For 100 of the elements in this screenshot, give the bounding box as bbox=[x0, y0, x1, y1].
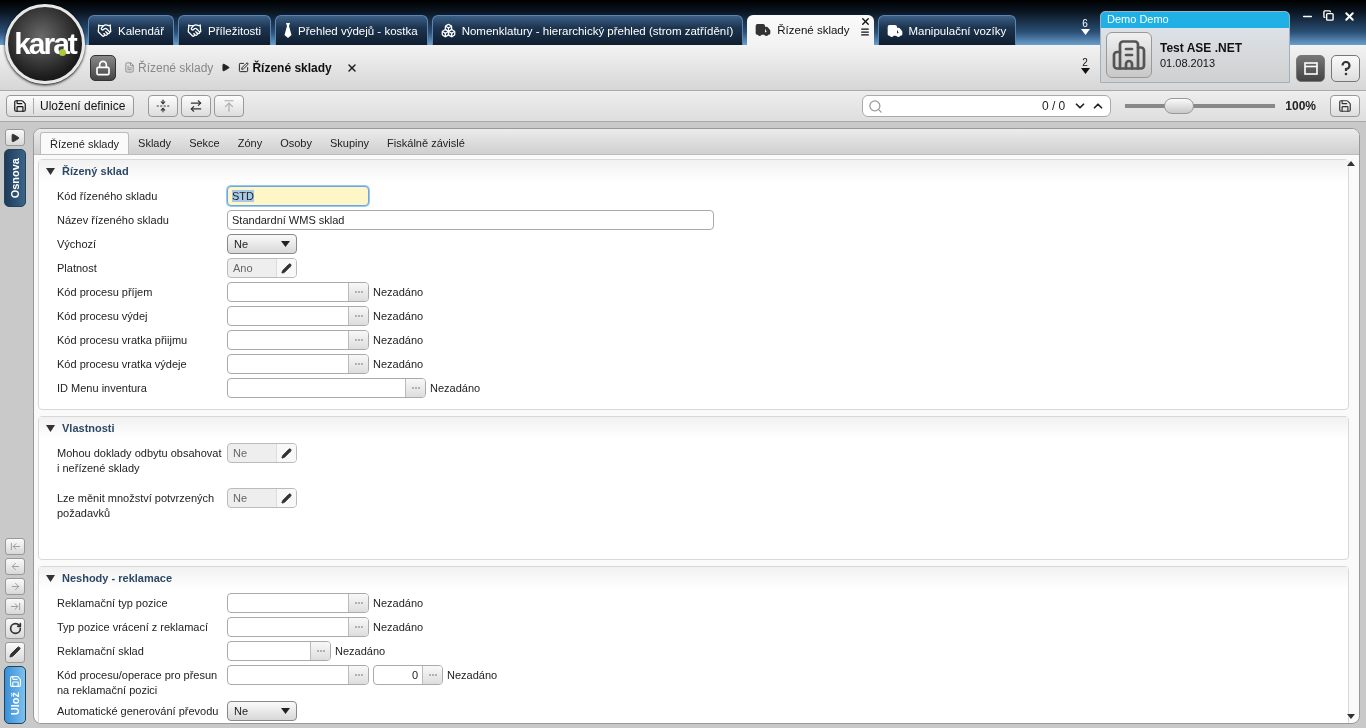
outline-button[interactable]: Osnova bbox=[4, 149, 26, 208]
field-label: Typ pozice vrácení z reklamací bbox=[57, 620, 209, 635]
form-tab[interactable]: Sekce bbox=[180, 132, 229, 154]
lookup-field[interactable] bbox=[227, 354, 369, 374]
lookup-field[interactable]: 0 bbox=[373, 665, 443, 685]
lookup-field[interactable] bbox=[227, 641, 331, 661]
save-icon bbox=[13, 99, 27, 113]
refresh-button[interactable] bbox=[5, 617, 25, 639]
field-note: Nezadáno bbox=[430, 382, 481, 394]
dropdown[interactable]: Ne bbox=[227, 701, 297, 721]
form-tab[interactable]: Sklady bbox=[129, 132, 181, 154]
lock-button[interactable] bbox=[90, 54, 116, 81]
next-icon bbox=[9, 580, 21, 592]
company-button[interactable] bbox=[1106, 32, 1152, 78]
expanded-triangle-icon bbox=[46, 573, 55, 583]
save-definition-button[interactable]: Uložení definice bbox=[6, 95, 135, 117]
scroll-down-arrow-icon[interactable] bbox=[1347, 714, 1355, 719]
field-note: Nezadáno bbox=[373, 286, 424, 298]
previous-record-button[interactable] bbox=[5, 557, 25, 575]
app-tab[interactable]: Přehled výdejů - kostka bbox=[275, 15, 428, 45]
form-tab[interactable]: Skupiny bbox=[320, 132, 379, 154]
first-icon bbox=[9, 540, 21, 552]
pencil-icon bbox=[9, 646, 21, 659]
field-label: Reklamační sklad bbox=[57, 644, 145, 659]
work-date: 01.08.2013 bbox=[1160, 57, 1217, 69]
text-field[interactable]: Standardní WMS sklad bbox=[227, 210, 714, 230]
save-button[interactable] bbox=[1330, 95, 1360, 117]
app-tab[interactable]: Řízené sklady bbox=[747, 15, 874, 45]
transfer-button[interactable] bbox=[181, 95, 212, 117]
boxes-icon bbox=[440, 23, 456, 38]
toggle-field[interactable]: Ano bbox=[227, 258, 297, 278]
expanded-triangle-icon bbox=[46, 166, 55, 176]
field-label: Název řízeného skladu bbox=[57, 213, 170, 228]
company-name: Test ASE .NET bbox=[1160, 41, 1242, 55]
handshake-icon bbox=[97, 23, 112, 38]
form-tab[interactable]: Osoby bbox=[271, 132, 321, 154]
close-icon[interactable] bbox=[859, 16, 871, 27]
app-tab[interactable]: Manipulační vozíky bbox=[877, 15, 1017, 45]
dropdown[interactable]: Ne bbox=[227, 234, 297, 254]
tab-count: 6 bbox=[1082, 18, 1088, 29]
save-icon bbox=[1338, 99, 1352, 113]
toggle-field[interactable]: Ne bbox=[227, 443, 297, 463]
field-label: Automatické generování převodu bbox=[57, 704, 220, 719]
field-label: Kód procesu příjem bbox=[57, 285, 154, 300]
search-field[interactable]: 0 / 0 bbox=[862, 95, 1112, 117]
tie-icon bbox=[284, 23, 293, 38]
scroll-up-arrow-icon[interactable] bbox=[1347, 161, 1355, 166]
layout-button[interactable] bbox=[1296, 55, 1325, 82]
lookup-field[interactable] bbox=[227, 378, 426, 398]
app-tab[interactable]: Nomenklatury - hierarchický přehled (strom zatřídění) bbox=[431, 15, 744, 45]
pencil-icon bbox=[281, 492, 292, 504]
lookup-field[interactable] bbox=[227, 665, 369, 685]
transfer-icon bbox=[189, 99, 204, 113]
field-note: Nezadáno bbox=[373, 334, 424, 346]
field-label: Mohou doklady odbytu obsahovat i neřízené sklady bbox=[57, 446, 223, 476]
refresh-icon bbox=[8, 621, 22, 635]
building-icon bbox=[1111, 37, 1147, 73]
field-label: Výchozí bbox=[57, 237, 98, 252]
form-tab[interactable]: Zóny bbox=[228, 132, 272, 154]
close-icon[interactable] bbox=[345, 61, 358, 74]
field-label: Kód procesu vratka přiijmu bbox=[57, 333, 189, 348]
close-icon[interactable] bbox=[1342, 10, 1356, 23]
slider-thumb[interactable] bbox=[1164, 98, 1195, 114]
field-note: Nezadáno bbox=[373, 310, 424, 322]
play-icon bbox=[10, 132, 20, 143]
help-button[interactable] bbox=[1331, 55, 1360, 82]
user-name: Demo Demo bbox=[1101, 12, 1289, 28]
next-record-button[interactable] bbox=[5, 577, 25, 595]
lookup-field[interactable] bbox=[227, 306, 369, 326]
first-record-button[interactable] bbox=[5, 537, 25, 555]
field-note: Nezadáno bbox=[373, 597, 424, 609]
expand-button[interactable] bbox=[5, 129, 25, 146]
field-label: ID Menu inventura bbox=[57, 381, 148, 396]
previous-icon bbox=[9, 560, 21, 572]
lookup-field[interactable] bbox=[227, 282, 369, 302]
search-icon bbox=[868, 98, 884, 114]
user-card[interactable]: Demo Demo Test ASE .NET 01.08.2013 bbox=[1100, 11, 1290, 83]
edit-button[interactable] bbox=[5, 641, 25, 663]
breadcrumb-item[interactable]: Řízené sklady bbox=[238, 60, 332, 75]
field-label: Kód procesu vratka výdeje bbox=[57, 357, 188, 372]
app-tab[interactable]: Příležitosti bbox=[178, 15, 272, 45]
truck-icon bbox=[886, 22, 903, 39]
history-count: 2 bbox=[1082, 57, 1088, 68]
toggle-field[interactable]: Ne bbox=[227, 488, 297, 508]
lookup-field[interactable] bbox=[227, 617, 369, 637]
field-note: Nezadáno bbox=[373, 621, 424, 633]
app-tab[interactable]: Kalendář bbox=[88, 15, 175, 45]
field-label: Reklamační typ pozice bbox=[57, 596, 169, 611]
field-note: Nezadáno bbox=[373, 358, 424, 370]
breadcrumb-arrow-icon bbox=[221, 63, 231, 72]
lookup-field[interactable] bbox=[227, 330, 369, 350]
form-tab[interactable]: Řízené sklady bbox=[40, 132, 130, 154]
field-label: Platnost bbox=[57, 261, 98, 276]
form-tab[interactable]: Fiskálně závislé bbox=[378, 132, 474, 154]
edit-document-icon bbox=[238, 62, 250, 73]
text-field[interactable]: STD bbox=[227, 186, 369, 206]
lookup-field[interactable] bbox=[227, 593, 369, 613]
menu-icon[interactable] bbox=[860, 27, 870, 37]
collapse-button[interactable] bbox=[148, 95, 179, 117]
restore-icon[interactable] bbox=[1322, 10, 1334, 21]
